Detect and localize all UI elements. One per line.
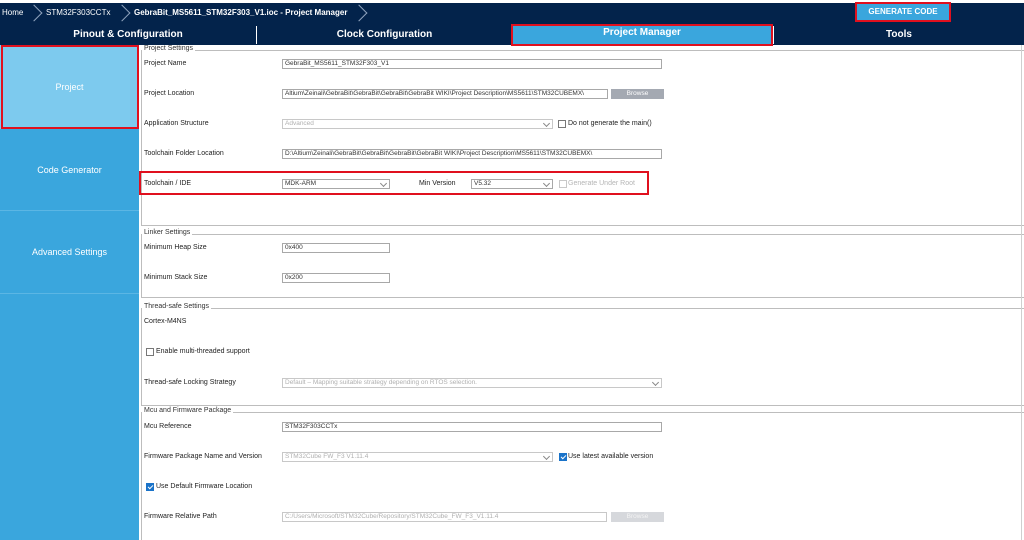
project-settings-group [141, 50, 1024, 226]
project-location-input[interactable]: Altium\Zeinali\GebraBit\GebraBit\GebraBi… [282, 89, 608, 99]
app-structure-label: Application Structure [144, 120, 209, 127]
core-label: Cortex-M4NS [144, 318, 187, 325]
generate-code-button[interactable]: GENERATE CODE [855, 2, 951, 22]
breadcrumb-mcu[interactable]: STM32F303CCTx [46, 5, 110, 21]
chevron-right-icon [357, 4, 367, 22]
sidebar-divider [0, 293, 139, 294]
heap-size-input[interactable]: 0x400 [282, 243, 390, 253]
use-latest-version-checkbox[interactable] [559, 453, 567, 461]
do-not-generate-main-label: Do not generate the main() [568, 120, 652, 127]
do-not-generate-main-checkbox[interactable] [558, 120, 566, 128]
app-structure-select[interactable]: Advanced [282, 119, 553, 129]
toolchain-folder-input[interactable]: D:\Altium\Zeinali\GebraBit\GebraBit\Gebr… [282, 149, 662, 159]
locking-strategy-value: Default – Mapping suitable strategy depe… [285, 379, 477, 386]
breadcrumb-home[interactable]: Home [2, 5, 23, 21]
default-firmware-location-label: Use Default Firmware Location [156, 483, 253, 490]
default-firmware-location-checkbox[interactable] [146, 483, 154, 491]
toolchain-ide-select[interactable]: MDK-ARM [282, 179, 390, 189]
generate-under-root-label: Generate Under Root [568, 180, 635, 187]
toolchain-ide-value: MDK-ARM [285, 180, 317, 187]
firmware-path-input[interactable]: C:/Users/Microsoft/STM32Cube/Repository/… [282, 512, 607, 522]
firmware-path-label: Firmware Relative Path [144, 513, 217, 520]
linker-settings-group [141, 234, 1024, 298]
thread-safe-settings-group [141, 308, 1024, 406]
tab-tools[interactable]: Tools [773, 26, 1024, 44]
toolchain-folder-label: Toolchain Folder Location [144, 150, 224, 157]
breadcrumb-project[interactable]: GebraBit_MS5611_STM32F303_V1.ioc - Proje… [134, 5, 347, 21]
use-latest-version-label: Use latest available version [568, 453, 654, 460]
group-title-thread-safe: Thread-safe Settings [142, 303, 211, 310]
chevron-down-icon [651, 379, 660, 387]
sidebar-item-advanced-settings[interactable]: Advanced Settings [0, 211, 139, 293]
browse-firmware-button[interactable]: Browse [611, 512, 664, 522]
project-location-label: Project Location [144, 90, 195, 97]
project-name-input[interactable]: GebraBit_MS5611_STM32F303_V1 [282, 59, 662, 69]
chevron-down-icon [542, 453, 551, 461]
chevron-right-icon [32, 4, 42, 22]
tab-project-manager[interactable]: Project Manager [511, 24, 773, 46]
app-structure-value: Advanced [285, 120, 314, 127]
toolchain-ide-label: Toolchain / IDE [144, 180, 192, 187]
scrollbar-edge[interactable] [1021, 45, 1022, 540]
generate-under-root-checkbox[interactable] [559, 180, 567, 188]
firmware-package-select[interactable]: STM32Cube FW_F3 V1.11.4 [282, 452, 553, 462]
mcu-reference-input[interactable]: STM32F303CCTx [282, 422, 662, 432]
tab-clock-configuration[interactable]: Clock Configuration [256, 26, 512, 44]
group-title-project-settings: Project Settings [142, 45, 196, 52]
stack-size-input[interactable]: 0x200 [282, 273, 390, 283]
sidebar-item-code-generator[interactable]: Code Generator [0, 130, 139, 210]
mcu-reference-label: Mcu Reference [144, 423, 192, 430]
tab-pinout-configuration[interactable]: Pinout & Configuration [0, 26, 256, 44]
group-title-mcu-firmware: Mcu and Firmware Package [142, 407, 234, 414]
chevron-down-icon [542, 120, 551, 128]
browse-location-button[interactable]: Browse [611, 89, 664, 99]
heap-size-label: Minimum Heap Size [144, 244, 207, 251]
multithread-checkbox[interactable] [146, 348, 154, 356]
min-version-value: V5.32 [474, 180, 491, 187]
min-version-select[interactable]: V5.32 [471, 179, 553, 189]
chevron-right-icon [120, 4, 130, 22]
chevron-down-icon [379, 180, 388, 188]
project-name-label: Project Name [144, 60, 187, 67]
sidebar-item-project[interactable]: Project [0, 45, 139, 129]
chevron-down-icon [542, 180, 551, 188]
stack-size-label: Minimum Stack Size [144, 274, 208, 281]
group-title-linker-settings: Linker Settings [142, 229, 193, 236]
locking-strategy-select[interactable]: Default – Mapping suitable strategy depe… [282, 378, 662, 388]
firmware-package-label: Firmware Package Name and Version [144, 453, 262, 460]
min-version-label: Min Version [419, 180, 456, 187]
firmware-package-value: STM32Cube FW_F3 V1.11.4 [285, 453, 369, 460]
locking-strategy-label: Thread-safe Locking Strategy [144, 379, 236, 386]
multithread-label: Enable multi-threaded support [156, 348, 250, 355]
